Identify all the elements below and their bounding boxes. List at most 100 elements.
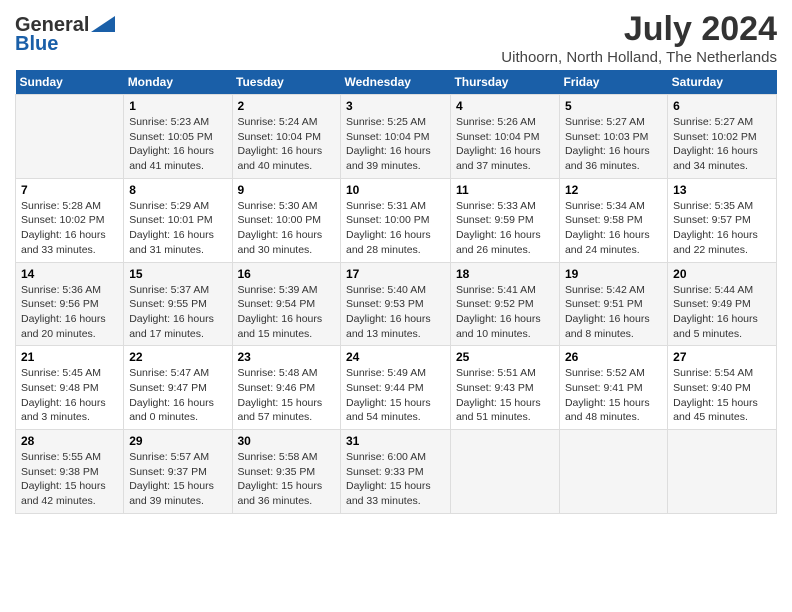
calendar-table: Sunday Monday Tuesday Wednesday Thursday… [15, 70, 777, 514]
col-saturday: Saturday [668, 70, 777, 95]
day-number: 19 [565, 267, 662, 281]
day-info: Sunrise: 5:41 AM Sunset: 9:52 PM Dayligh… [456, 283, 554, 342]
day-info: Sunrise: 5:44 AM Sunset: 9:49 PM Dayligh… [673, 283, 771, 342]
day-number: 22 [129, 350, 226, 364]
day-info: Sunrise: 5:27 AM Sunset: 10:02 PM Daylig… [673, 115, 771, 174]
day-number: 2 [238, 99, 336, 113]
day-info: Sunrise: 5:55 AM Sunset: 9:38 PM Dayligh… [21, 450, 118, 509]
calendar-week-row: 7 Sunrise: 5:28 AM Sunset: 10:02 PM Dayli… [16, 178, 777, 262]
day-info: Sunrise: 5:26 AM Sunset: 10:04 PM Daylig… [456, 115, 554, 174]
day-info: Sunrise: 5:51 AM Sunset: 9:43 PM Dayligh… [456, 366, 554, 425]
day-number: 3 [346, 99, 445, 113]
day-number: 21 [21, 350, 118, 364]
calendar-week-row: 28 Sunrise: 5:55 AM Sunset: 9:38 PM Dayli… [16, 430, 777, 514]
calendar-cell: 30Sunrise: 5:58 AM Sunset: 9:35 PM Dayli… [232, 430, 341, 514]
day-number: 9 [238, 183, 336, 197]
day-number: 11 [456, 183, 554, 197]
calendar-cell [450, 430, 559, 514]
calendar-cell: 6Sunrise: 5:27 AM Sunset: 10:02 PM Dayli… [668, 95, 777, 179]
day-number: 10 [346, 183, 445, 197]
day-number: 16 [238, 267, 336, 281]
calendar-cell: 31Sunrise: 6:00 AM Sunset: 9:33 PM Dayli… [341, 430, 451, 514]
day-number: 8 [129, 183, 226, 197]
day-info: Sunrise: 5:54 AM Sunset: 9:40 PM Dayligh… [673, 366, 771, 425]
day-number: 31 [346, 434, 445, 448]
calendar-cell: 8 Sunrise: 5:29 AM Sunset: 10:01 PM Dayli… [124, 178, 232, 262]
title-area: July 2024 Uithoorn, North Holland, The N… [501, 10, 777, 66]
day-number: 1 [129, 99, 226, 113]
calendar-cell: 27 Sunrise: 5:54 AM Sunset: 9:40 PM Dayli… [668, 346, 777, 430]
calendar-cell: 14 Sunrise: 5:36 AM Sunset: 9:56 PM Dayli… [16, 262, 124, 346]
calendar-cell: 4 Sunrise: 5:26 AM Sunset: 10:04 PM Dayli… [450, 95, 559, 179]
day-info: Sunrise: 5:23 AM Sunset: 10:05 PM Daylig… [129, 115, 226, 174]
day-number: 27 [673, 350, 771, 364]
day-info: Sunrise: 5:45 AM Sunset: 9:48 PM Dayligh… [21, 366, 118, 425]
col-thursday: Thursday [450, 70, 559, 95]
calendar-cell: 29 Sunrise: 5:57 AM Sunset: 9:37 PM Dayli… [124, 430, 232, 514]
calendar-cell [668, 430, 777, 514]
day-info: Sunrise: 5:58 AM Sunset: 9:35 PM Dayligh… [238, 450, 336, 509]
logo-icon [91, 16, 115, 32]
day-number: 7 [21, 183, 118, 197]
day-info: Sunrise: 5:40 AM Sunset: 9:53 PM Dayligh… [346, 283, 445, 342]
calendar-header-row: Sunday Monday Tuesday Wednesday Thursday… [16, 70, 777, 95]
calendar-cell: 17 Sunrise: 5:40 AM Sunset: 9:53 PM Dayli… [341, 262, 451, 346]
calendar-cell: 1 Sunrise: 5:23 AM Sunset: 10:05 PM Dayli… [124, 95, 232, 179]
month-title: July 2024 [501, 10, 777, 49]
day-number: 25 [456, 350, 554, 364]
calendar-cell: 13 Sunrise: 5:35 AM Sunset: 9:57 PM Dayli… [668, 178, 777, 262]
location-title: Uithoorn, North Holland, The Netherlands [501, 49, 777, 66]
calendar-cell: 28 Sunrise: 5:55 AM Sunset: 9:38 PM Dayli… [16, 430, 124, 514]
day-number: 28 [21, 434, 118, 448]
day-info: Sunrise: 5:57 AM Sunset: 9:37 PM Dayligh… [129, 450, 226, 509]
logo-blue: Blue [15, 33, 58, 56]
day-number: 14 [21, 267, 118, 281]
day-info: Sunrise: 5:25 AM Sunset: 10:04 PM Daylig… [346, 115, 445, 174]
calendar-cell: 3 Sunrise: 5:25 AM Sunset: 10:04 PM Dayli… [341, 95, 451, 179]
col-wednesday: Wednesday [341, 70, 451, 95]
day-info: Sunrise: 5:28 AM Sunset: 10:02 PM Daylig… [21, 199, 118, 258]
calendar-week-row: 21 Sunrise: 5:45 AM Sunset: 9:48 PM Dayli… [16, 346, 777, 430]
calendar-cell: 26Sunrise: 5:52 AM Sunset: 9:41 PM Dayli… [559, 346, 667, 430]
day-info: Sunrise: 5:34 AM Sunset: 9:58 PM Dayligh… [565, 199, 662, 258]
calendar-cell [16, 95, 124, 179]
calendar-cell: 10Sunrise: 5:31 AM Sunset: 10:00 PM Dayl… [341, 178, 451, 262]
day-info: Sunrise: 5:47 AM Sunset: 9:47 PM Dayligh… [129, 366, 226, 425]
header: General Blue July 2024 Uithoorn, North H… [15, 10, 777, 66]
day-info: Sunrise: 5:30 AM Sunset: 10:00 PM Daylig… [238, 199, 336, 258]
day-info: Sunrise: 5:49 AM Sunset: 9:44 PM Dayligh… [346, 366, 445, 425]
day-number: 18 [456, 267, 554, 281]
day-info: Sunrise: 5:35 AM Sunset: 9:57 PM Dayligh… [673, 199, 771, 258]
calendar-cell: 20Sunrise: 5:44 AM Sunset: 9:49 PM Dayli… [668, 262, 777, 346]
calendar-cell: 18 Sunrise: 5:41 AM Sunset: 9:52 PM Dayli… [450, 262, 559, 346]
day-info: Sunrise: 5:29 AM Sunset: 10:01 PM Daylig… [129, 199, 226, 258]
day-info: Sunrise: 5:33 AM Sunset: 9:59 PM Dayligh… [456, 199, 554, 258]
day-number: 17 [346, 267, 445, 281]
day-number: 23 [238, 350, 336, 364]
calendar-cell: 25 Sunrise: 5:51 AM Sunset: 9:43 PM Dayli… [450, 346, 559, 430]
day-number: 15 [129, 267, 226, 281]
calendar-cell: 19Sunrise: 5:42 AM Sunset: 9:51 PM Dayli… [559, 262, 667, 346]
day-info: Sunrise: 5:24 AM Sunset: 10:04 PM Daylig… [238, 115, 336, 174]
calendar-cell: 22 Sunrise: 5:47 AM Sunset: 9:47 PM Dayli… [124, 346, 232, 430]
calendar-cell: 9 Sunrise: 5:30 AM Sunset: 10:00 PM Dayli… [232, 178, 341, 262]
calendar-cell: 2 Sunrise: 5:24 AM Sunset: 10:04 PM Dayli… [232, 95, 341, 179]
day-number: 4 [456, 99, 554, 113]
day-number: 24 [346, 350, 445, 364]
day-info: Sunrise: 5:37 AM Sunset: 9:55 PM Dayligh… [129, 283, 226, 342]
calendar-cell: 5Sunrise: 5:27 AM Sunset: 10:03 PM Dayli… [559, 95, 667, 179]
day-info: Sunrise: 5:39 AM Sunset: 9:54 PM Dayligh… [238, 283, 336, 342]
col-sunday: Sunday [16, 70, 124, 95]
col-monday: Monday [124, 70, 232, 95]
day-info: Sunrise: 5:36 AM Sunset: 9:56 PM Dayligh… [21, 283, 118, 342]
calendar-cell: 11 Sunrise: 5:33 AM Sunset: 9:59 PM Dayli… [450, 178, 559, 262]
calendar-cell: 21 Sunrise: 5:45 AM Sunset: 9:48 PM Dayli… [16, 346, 124, 430]
day-number: 13 [673, 183, 771, 197]
calendar-cell: 15 Sunrise: 5:37 AM Sunset: 9:55 PM Dayli… [124, 262, 232, 346]
day-number: 29 [129, 434, 226, 448]
calendar-cell: 12Sunrise: 5:34 AM Sunset: 9:58 PM Dayli… [559, 178, 667, 262]
day-number: 5 [565, 99, 662, 113]
calendar-week-row: 14 Sunrise: 5:36 AM Sunset: 9:56 PM Dayli… [16, 262, 777, 346]
calendar-cell: 16 Sunrise: 5:39 AM Sunset: 9:54 PM Dayli… [232, 262, 341, 346]
col-tuesday: Tuesday [232, 70, 341, 95]
